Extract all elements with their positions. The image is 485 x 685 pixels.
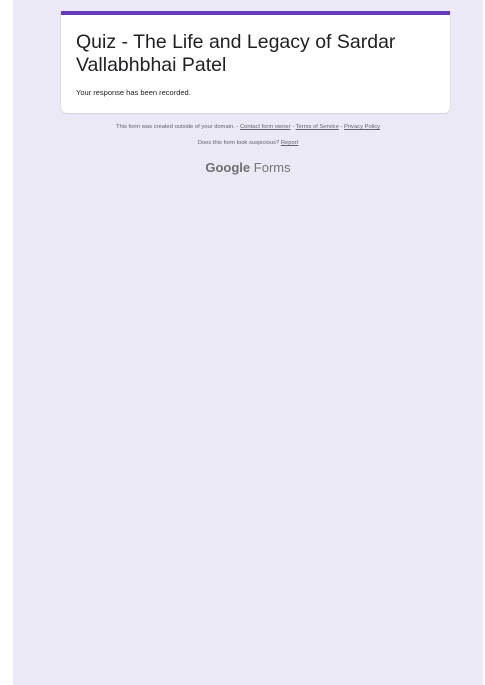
report-link[interactable]: Report bbox=[281, 140, 298, 146]
form-header-card: Quiz - The Life and Legacy of Sardar Val… bbox=[61, 11, 450, 113]
card-accent-bar bbox=[61, 11, 450, 15]
forms-wordmark: Forms bbox=[253, 160, 291, 175]
response-recorded-message: Your response has been recorded. bbox=[76, 88, 191, 97]
privacy-policy-link[interactable]: Privacy Policy bbox=[344, 124, 380, 130]
contact-owner-link[interactable]: Contact form owner bbox=[240, 124, 291, 130]
google-wordmark: Google bbox=[205, 160, 251, 175]
google-forms-logo[interactable]: Google Forms bbox=[13, 160, 483, 175]
suspicious-text: Does this form look suspicious? bbox=[197, 140, 280, 146]
form-title: Quiz - The Life and Legacy of Sardar Val… bbox=[76, 31, 396, 76]
footer-domain-notice: This form was created outside of your do… bbox=[13, 124, 483, 130]
terms-of-service-link[interactable]: Terms of Service bbox=[296, 124, 339, 130]
footer-report-line: Does this form look suspicious? Report bbox=[13, 140, 483, 146]
domain-notice-text: This form was created outside of your do… bbox=[115, 124, 235, 130]
page-background: Quiz - The Life and Legacy of Sardar Val… bbox=[13, 0, 483, 685]
